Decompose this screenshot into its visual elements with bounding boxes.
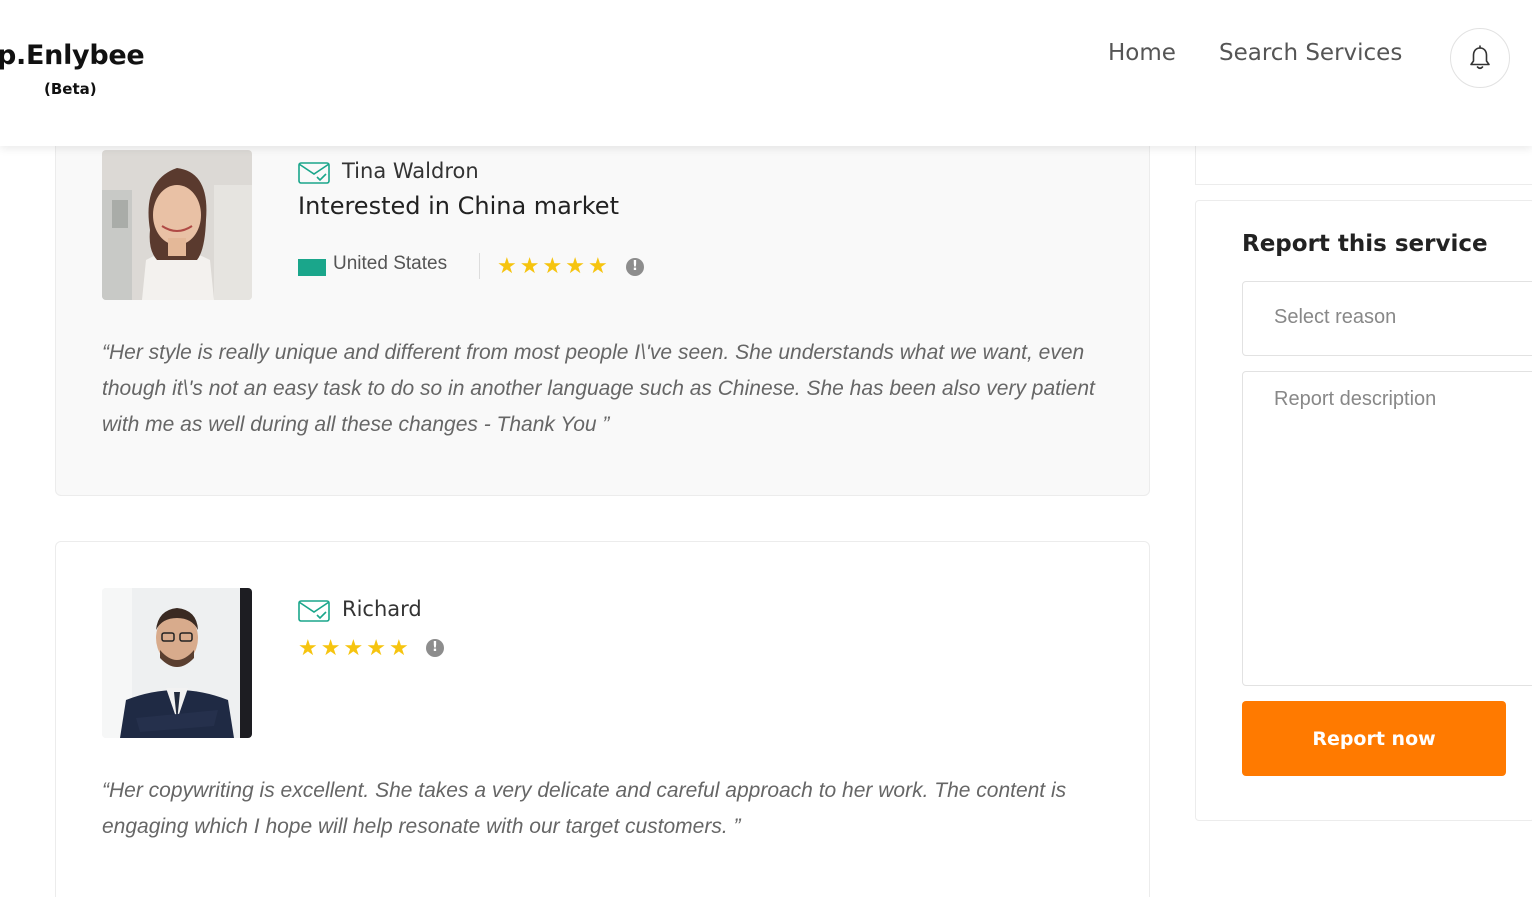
logo-beta-label: (Beta) bbox=[44, 80, 97, 98]
star-icon: ★ bbox=[519, 254, 540, 279]
star-icon: ★ bbox=[565, 254, 585, 279]
reviewer-name: Richard bbox=[342, 597, 422, 621]
mail-check-icon bbox=[298, 162, 330, 184]
info-icon[interactable]: ! bbox=[426, 639, 444, 657]
review-text: “Her copywriting is excellent. She takes… bbox=[102, 779, 1067, 838]
report-description-wrapper bbox=[1242, 371, 1532, 686]
review-text: “Her style is really unique and differen… bbox=[102, 341, 1095, 436]
divider bbox=[479, 253, 480, 279]
report-now-button[interactable]: Report now bbox=[1242, 701, 1506, 776]
logo-text[interactable]: pp.Enlybee bbox=[0, 40, 145, 71]
reviewer-avatar bbox=[102, 588, 252, 738]
star-icon: ★ bbox=[320, 636, 341, 661]
star-icon: ★ bbox=[497, 254, 517, 279]
nav-home-link[interactable]: Home bbox=[1108, 40, 1176, 66]
star-icon: ★ bbox=[343, 636, 364, 661]
rating-stars: ★ ★ ★ ★ ★ bbox=[298, 638, 409, 660]
nav-search-services-link[interactable]: Search Services bbox=[1219, 40, 1402, 66]
star-icon: ★ bbox=[366, 636, 386, 661]
review-card: Richard ★ ★ ★ ★ ★ ! “Her copywriting is … bbox=[55, 541, 1150, 897]
star-icon: ★ bbox=[298, 636, 318, 661]
star-icon: ★ bbox=[542, 254, 563, 279]
star-icon: ★ bbox=[587, 254, 608, 279]
bell-icon bbox=[1470, 45, 1490, 70]
reviewer-name: Tina Waldron bbox=[342, 159, 479, 183]
rating-stars: ★ ★ ★ ★ ★ bbox=[497, 256, 608, 278]
top-header: pp.Enlybee (Beta) Home Search Services bbox=[0, 0, 1532, 146]
notifications-button[interactable] bbox=[1450, 28, 1510, 88]
report-description-input[interactable] bbox=[1243, 372, 1532, 685]
report-reason-placeholder: Select reason bbox=[1274, 306, 1397, 328]
review-headline: Interested in China market bbox=[298, 192, 619, 220]
reviewer-avatar bbox=[102, 150, 252, 300]
reviewer-country: United States bbox=[333, 253, 448, 274]
country-flag-icon bbox=[298, 259, 326, 276]
report-reason-select[interactable]: Select reason bbox=[1242, 281, 1532, 356]
star-icon: ★ bbox=[388, 636, 409, 661]
mail-check-icon bbox=[298, 600, 330, 622]
report-panel-title: Report this service bbox=[1242, 231, 1488, 257]
review-card: Tina Waldron Interested in China market … bbox=[55, 120, 1150, 496]
report-panel: Report this service Select reason Report… bbox=[1195, 200, 1532, 821]
info-icon[interactable]: ! bbox=[626, 258, 644, 276]
